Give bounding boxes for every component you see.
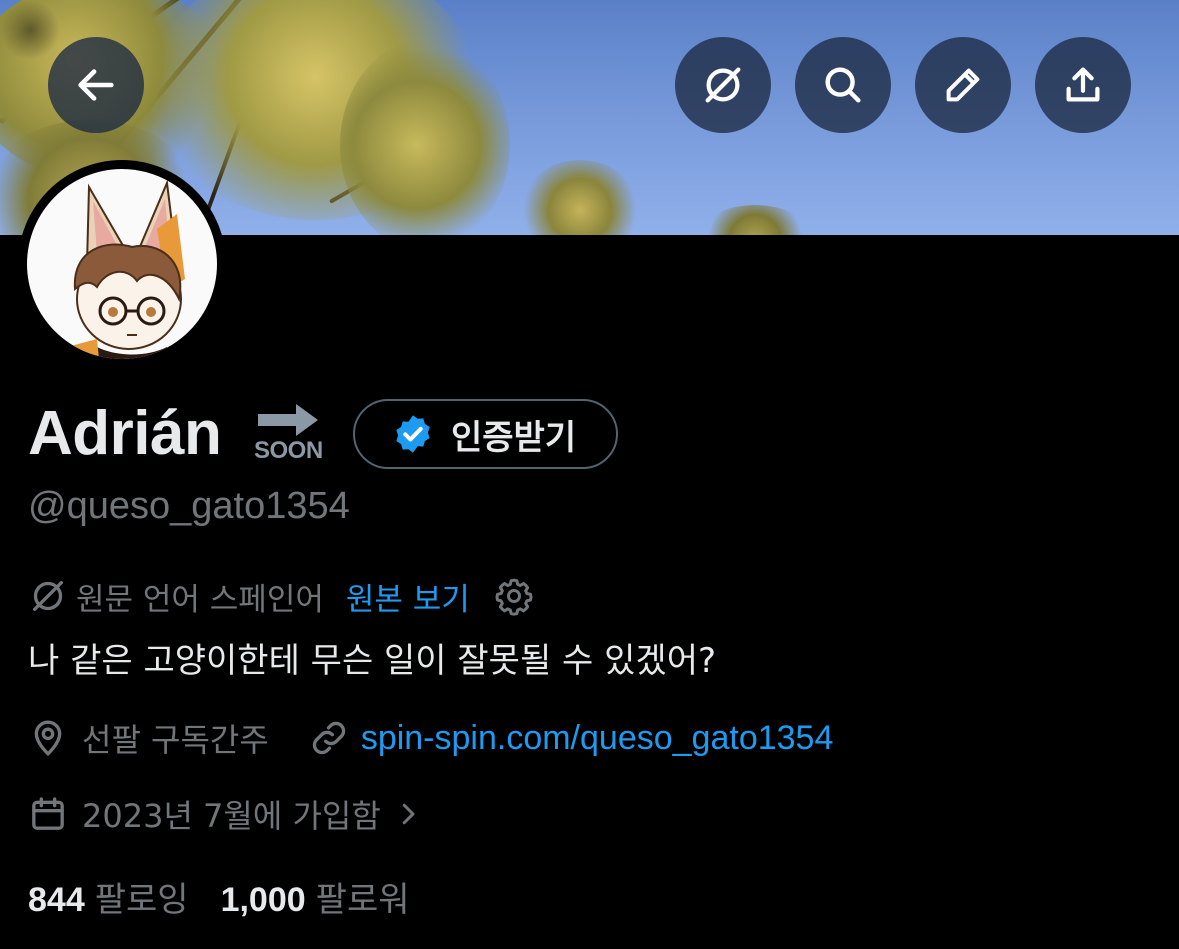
gear-icon[interactable] [494, 576, 534, 616]
translate-off-icon [705, 67, 741, 103]
get-verified-label: 인증받기 [451, 417, 577, 458]
link-icon [312, 721, 345, 755]
share-icon [1066, 67, 1100, 102]
original-language-text: 원문 언어 스페인어 [76, 581, 324, 618]
location-text: 선팔 구독간주 [82, 721, 269, 759]
arrow-left-icon [78, 69, 114, 101]
chevron-right-icon [402, 803, 415, 825]
profile-bio: 나 같은 고양이한테 무슨 일이 잘못될 수 있겠어? [28, 641, 717, 681]
foliage [0, 0, 60, 60]
location-website-row: 선팔 구독간주 spin-spin.com/queso_gato1354 [28, 713, 833, 763]
follow-stats: 844 팔로잉 1,000 팔로워 [28, 872, 410, 921]
soon-badge-text: SOON [254, 437, 323, 464]
website-link[interactable]: spin-spin.com/queso_gato1354 [361, 719, 834, 758]
followers-label: 팔로워 [315, 880, 410, 920]
verified-badge-icon [396, 415, 430, 453]
avatar[interactable] [18, 160, 226, 368]
share-button[interactable] [1035, 37, 1131, 133]
foliage [700, 205, 810, 235]
show-original-link[interactable]: 원본 보기 [346, 574, 470, 619]
user-handle: @queso_gato1354 [28, 485, 350, 527]
translate-off-icon [33, 581, 63, 611]
calendar-icon [32, 797, 64, 830]
edit-button[interactable] [915, 37, 1011, 133]
cat-character-illustration [67, 179, 185, 359]
following-stat[interactable]: 844 팔로잉 [28, 872, 189, 921]
avatar-image [27, 169, 217, 359]
search-button[interactable] [795, 37, 891, 133]
joined-row[interactable]: 2023년 7월에 가입함 [28, 789, 423, 839]
display-name: Adrián [28, 399, 222, 468]
get-verified-button[interactable]: 인증받기 [353, 399, 618, 469]
following-label: 팔로잉 [94, 880, 189, 920]
foliage [520, 160, 640, 235]
foliage [340, 40, 510, 235]
followers-count: 1,000 [220, 881, 306, 919]
translation-row: 원문 언어 스페인어 원본 보기 [28, 572, 534, 620]
location-pin-icon [34, 720, 62, 757]
search-icon [825, 67, 861, 103]
pencil-icon [946, 68, 980, 102]
translate-toggle-button[interactable] [675, 37, 771, 133]
back-button[interactable] [48, 37, 144, 133]
joined-date-text: 2023년 7월에 가입함 [82, 797, 381, 835]
followers-stat[interactable]: 1,000 팔로워 [221, 872, 410, 921]
following-count: 844 [28, 881, 85, 919]
